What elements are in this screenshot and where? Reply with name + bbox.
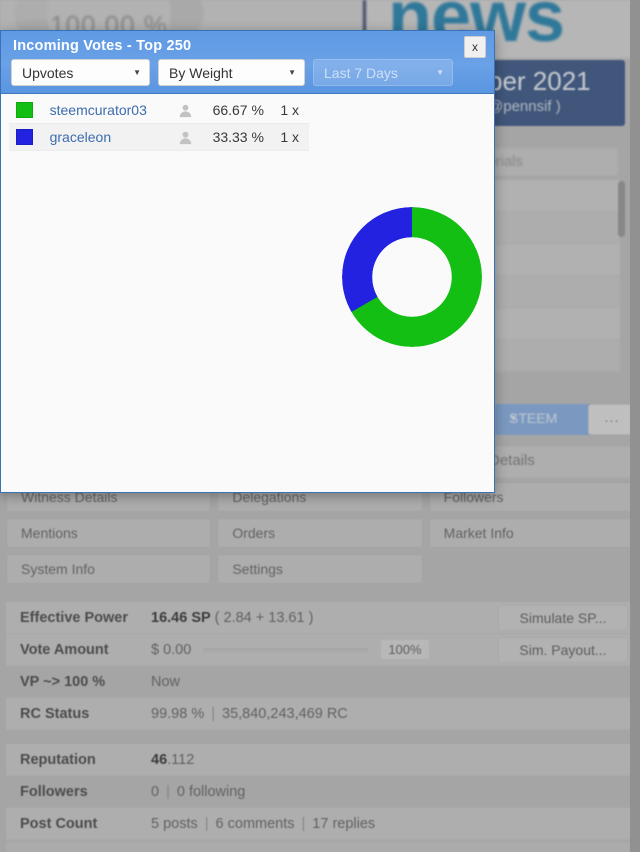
stat-value: 46 .112 [151,752,634,768]
nav-button-grid: Witness Details Delegations Followers Me… [6,482,634,590]
stat-table-gap [6,730,634,744]
reputation-integer: 46 [151,751,168,768]
series-color-swatch [16,102,33,118]
nav-button-system-info[interactable]: System Info [6,554,212,584]
date-banner-author: @pennsif ) [488,98,561,115]
dialog-header: Incoming Votes - Top 250 x Upvotes ▼ By … [1,31,494,94]
stat-value: Now [151,674,634,690]
rc-percent: 99.98 % [151,705,205,722]
chevron-down-icon: ▼ [509,413,518,423]
stat-value: 99.98 % | 35,840,243,469 RC [151,706,634,722]
vote-count: 1 x [280,102,299,118]
avatar [167,130,204,145]
following-count: 0 following [176,783,246,800]
ellipsis-icon: ... [604,409,620,426]
incoming-votes-list: steemcurator03 66.67 % 1 x graceleon 33.… [9,97,309,151]
votes-donut-chart [342,207,482,347]
effective-power-amount: 16.46 SP [151,609,211,626]
effective-power-breakdown: ( 2.84 + 13.61 ) [214,609,314,626]
vote-type-value: Upvotes [22,64,74,81]
nav-button-settings[interactable]: Settings [217,554,423,584]
date-banner-title: ber 2021 [488,66,591,96]
nav-button-row: System Info Settings [6,554,634,584]
vote-amount-value: $ 0.00 [151,641,192,658]
sim-payout-button[interactable]: Sim. Payout... [498,637,628,663]
vote-weight-percent: 100% [380,639,430,660]
details-button-label: Details [489,452,535,469]
stat-row-effective-power: Effective Power 16.46 SP ( 2.84 + 13.61 … [6,602,634,634]
bottom-edge [6,842,634,852]
stat-label: Reputation [20,751,96,768]
incoming-votes-dialog: Incoming Votes - Top 250 x Upvotes ▼ By … [0,30,495,493]
vote-percent: 33.33 % [212,129,264,145]
chevron-down-icon: ▼ [133,67,141,77]
series-color-swatch [16,129,33,145]
table-row[interactable]: steemcurator03 66.67 % 1 x [9,97,309,124]
rc-absolute: 35,840,243,469 RC [222,705,348,722]
stat-row-post-count: Post Count 5 posts | 6 comments | 17 rep… [6,808,634,840]
nav-button-row: Mentions Orders Market Info [6,518,634,548]
stat-value: 5 posts | 6 comments | 17 replies [151,816,634,832]
nav-button-placeholder [429,554,634,584]
stat-row-reputation: Reputation 46 .112 [6,744,634,776]
dialog-title: Incoming Votes - Top 250 [13,38,192,54]
table-row[interactable]: graceleon 33.33 % 1 x [9,124,309,151]
account-stats-table: Effective Power 16.46 SP ( 2.84 + 13.61 … [6,602,634,840]
replies-count: 17 replies [312,815,376,832]
stat-label: Followers [20,783,88,800]
date-banner: ber 2021 @pennsif ) [480,60,625,126]
right-edge [630,0,640,852]
sort-order-value: By Weight [169,64,233,81]
simulate-sp-button[interactable]: Simulate SP... [498,605,628,631]
stat-label: VP ~> 100 % [20,673,106,690]
vp-recharge-value: Now [151,673,181,690]
stat-row-vp-recharge: VP ~> 100 % Now [6,666,634,698]
reputation-decimal: .112 [167,751,195,768]
more-options-button[interactable]: ... [588,404,636,435]
stat-row-followers: Followers 0 | 0 following [6,776,634,808]
vote-count: 1 x [280,129,299,145]
scrollbar-thumb[interactable] [618,181,625,237]
stat-row-rc-status: RC Status 99.98 % | 35,840,243,469 RC [6,698,634,730]
posts-count: 5 posts [151,815,198,832]
stat-row-vote-amount: Vote Amount $ 0.00 100% Sim. Payout... [6,634,634,666]
vote-type-select[interactable]: Upvotes ▼ [11,59,150,86]
chevron-down-icon: ▼ [436,67,444,77]
dialog-body: steemcurator03 66.67 % 1 x graceleon 33.… [1,94,494,492]
time-range-select[interactable]: Last 7 Days ▼ [313,59,453,86]
screen: 100.00 % news ber 2021 @pennsif ) torial… [0,0,640,852]
vote-percent: 66.67 % [212,102,264,118]
filter-bar: Upvotes ▼ By Weight ▼ Last 7 Days ▼ [11,59,453,86]
close-icon[interactable]: x [464,36,486,58]
value-separator: | [301,815,306,832]
stat-value: 0 | 0 following [151,784,634,800]
comments-count: 6 comments [215,815,295,832]
voter-name-link[interactable]: graceleon [50,129,167,145]
sort-order-select[interactable]: By Weight ▼ [158,59,305,86]
value-separator: | [211,705,215,722]
stat-label: Post Count [20,815,98,832]
time-range-value: Last 7 Days [324,64,398,81]
followers-count: 0 [151,783,160,800]
stat-label: RC Status [20,705,90,722]
stat-label: Vote Amount [20,641,109,658]
nav-button-mentions[interactable]: Mentions [6,518,212,548]
voter-name-link[interactable]: steemcurator03 [50,102,167,118]
avatar [167,103,204,118]
donut-ring [342,207,482,347]
value-separator: | [204,815,209,832]
stat-label: Effective Power [20,609,128,626]
vote-weight-slider[interactable] [203,647,369,652]
nav-button-market-info[interactable]: Market Info [428,518,634,548]
nav-button-orders[interactable]: Orders [217,518,423,548]
chevron-down-icon: ▼ [288,67,296,77]
value-separator: | [166,783,170,800]
steem-currency-dropdown[interactable]: STEEM ▼ [495,404,592,435]
